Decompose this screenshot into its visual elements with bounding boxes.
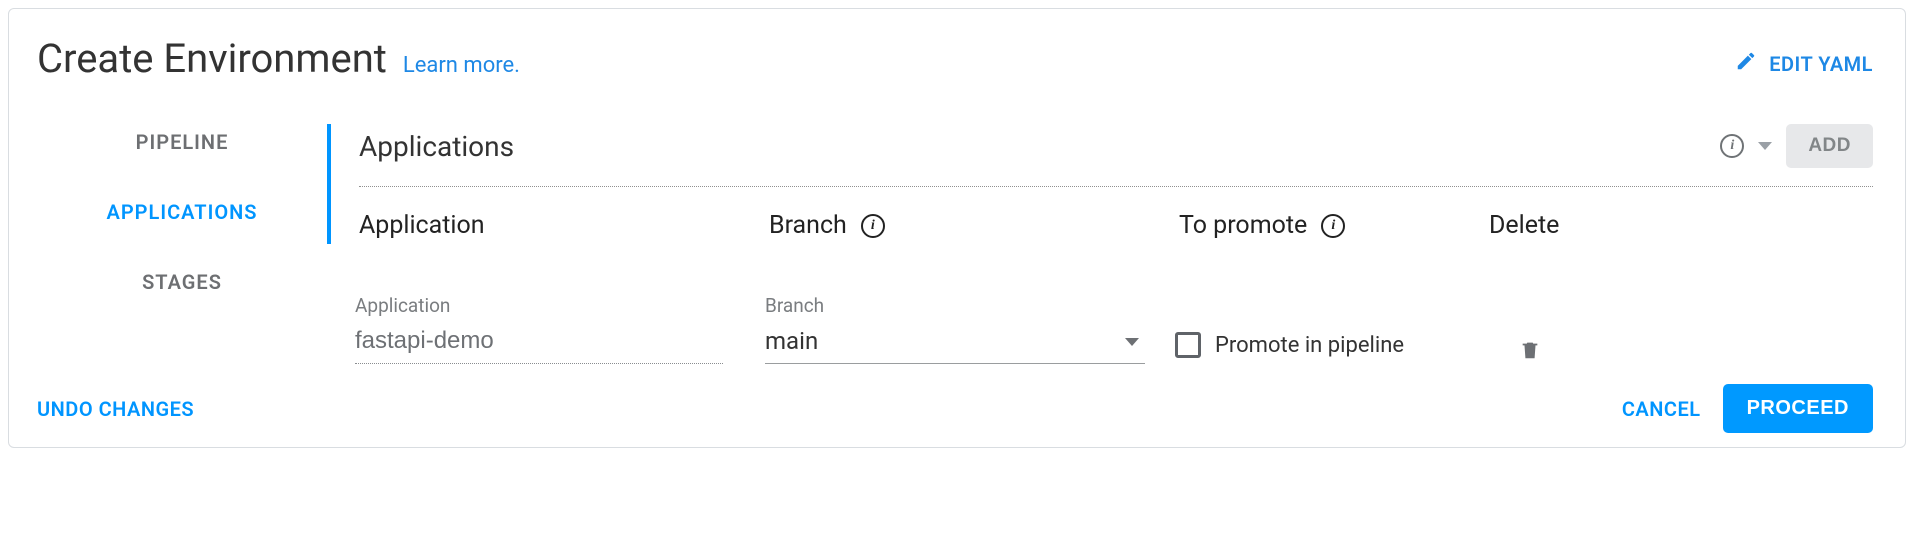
trash-icon[interactable] [1519, 338, 1541, 362]
application-field-label: Application [355, 294, 755, 317]
undo-changes-button[interactable]: UNDO CHANGES [37, 397, 194, 421]
branch-select[interactable]: main [765, 321, 1145, 364]
col-header-branch: Branch i [769, 211, 1169, 240]
application-input[interactable] [355, 321, 723, 364]
section-header-actions: i ADD [1720, 124, 1873, 168]
add-button[interactable]: ADD [1786, 124, 1873, 168]
branch-select-value: main [765, 327, 818, 355]
proceed-button[interactable]: PROCEED [1723, 384, 1873, 433]
application-row: Application Branch main Promote in pipel… [327, 274, 1873, 364]
chevron-down-icon [1125, 338, 1139, 346]
panel-footer: UNDO CHANGES CANCEL PROCEED [37, 364, 1873, 433]
create-environment-panel: Create Environment Learn more. EDIT YAML… [8, 8, 1906, 448]
sidebar-item-applications[interactable]: APPLICATIONS [37, 200, 327, 224]
promote-label: Promote in pipeline [1215, 333, 1404, 358]
promote-cell: Promote in pipeline [1175, 332, 1475, 364]
table-header: Application Branch i To promote i Delete [359, 187, 1873, 244]
main-content: Applications i ADD Application Branch i [327, 124, 1873, 364]
edit-yaml-button[interactable]: EDIT YAML [1735, 50, 1873, 77]
col-header-to-promote-label: To promote [1179, 211, 1307, 240]
cancel-button[interactable]: CANCEL [1622, 397, 1701, 421]
application-field: Application [355, 294, 755, 364]
learn-more-link[interactable]: Learn more. [403, 53, 520, 78]
sidebar-item-pipeline[interactable]: PIPELINE [37, 130, 327, 154]
info-icon[interactable]: i [1720, 134, 1744, 158]
branch-field-label: Branch [765, 294, 1165, 317]
sidebar: PIPELINE APPLICATIONS STAGES [37, 124, 327, 364]
col-header-to-promote: To promote i [1179, 211, 1479, 240]
section-title: Applications [359, 130, 514, 163]
delete-cell [1485, 338, 1575, 364]
promote-checkbox[interactable] [1175, 332, 1201, 358]
info-icon[interactable]: i [861, 214, 885, 238]
panel-body: PIPELINE APPLICATIONS STAGES Application… [37, 124, 1873, 364]
col-header-branch-label: Branch [769, 211, 847, 240]
branch-field: Branch main [765, 294, 1165, 364]
col-header-application-label: Application [359, 211, 485, 240]
pencil-icon [1735, 50, 1757, 77]
section-wrapper: Applications i ADD Application Branch i [327, 124, 1873, 244]
header-left: Create Environment Learn more. [37, 35, 520, 82]
footer-right: CANCEL PROCEED [1622, 384, 1873, 433]
col-header-application: Application [359, 211, 759, 240]
edit-yaml-label: EDIT YAML [1769, 52, 1873, 76]
col-header-delete-label: Delete [1489, 211, 1559, 240]
page-title: Create Environment [37, 35, 387, 82]
col-header-delete: Delete [1489, 211, 1579, 240]
info-icon[interactable]: i [1321, 214, 1345, 238]
caret-down-icon[interactable] [1758, 142, 1772, 150]
sidebar-item-stages[interactable]: STAGES [37, 270, 327, 294]
section-header: Applications i ADD [359, 124, 1873, 187]
panel-header: Create Environment Learn more. EDIT YAML [37, 35, 1873, 82]
